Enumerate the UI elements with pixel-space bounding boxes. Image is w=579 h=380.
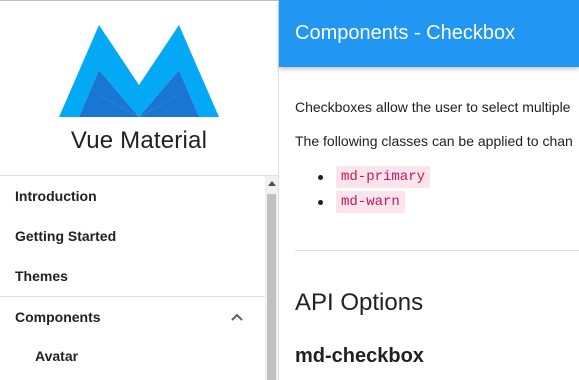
list-bullet: [318, 200, 323, 205]
sidebar-nav: Introduction Getting Started Themes Comp…: [0, 176, 265, 380]
class-code-primary: md-primary: [336, 166, 431, 188]
sidebar-item-label: Getting Started: [15, 228, 117, 244]
sidebar-item-themes[interactable]: Themes: [0, 256, 265, 296]
classes-paragraph: The following classes can be applied to …: [295, 133, 573, 149]
list-bullet: [318, 175, 323, 180]
page-header: Components - Checkbox: [279, 0, 579, 67]
vue-material-logo-icon: [59, 25, 219, 117]
page-title: Components - Checkbox: [295, 22, 516, 44]
sidebar-item-label: Components: [15, 309, 101, 325]
class-code-warn: md-warn: [336, 191, 405, 213]
chevron-up-icon[interactable]: [231, 311, 243, 323]
sidebar-item-introduction[interactable]: Introduction: [0, 176, 265, 216]
component-heading: md-checkbox: [295, 345, 424, 367]
sidebar-item-label: Avatar: [35, 348, 79, 364]
sidebar: Vue Material Introduction Getting Starte…: [0, 0, 279, 380]
sidebar-scrollbar[interactable]: [265, 176, 278, 380]
section-divider: [295, 250, 579, 251]
sidebar-item-label: Introduction: [15, 188, 97, 204]
brand-header: Vue Material: [0, 1, 278, 176]
main-content: Checkboxes allow the user to select mult…: [295, 67, 579, 380]
sidebar-item-label: Themes: [15, 268, 68, 284]
scroll-up-arrow-icon[interactable]: [268, 181, 276, 186]
brand-title: Vue Material: [70, 127, 208, 154]
app-window: Vue Material Introduction Getting Starte…: [0, 0, 579, 380]
api-options-heading: API Options: [295, 289, 424, 316]
scrollbar-thumb[interactable]: [267, 194, 276, 380]
sidebar-item-components[interactable]: Components: [0, 296, 265, 336]
intro-paragraph: Checkboxes allow the user to select mult…: [295, 99, 571, 115]
sidebar-item-getting-started[interactable]: Getting Started: [0, 216, 265, 256]
sidebar-item-avatar[interactable]: Avatar: [0, 336, 265, 376]
